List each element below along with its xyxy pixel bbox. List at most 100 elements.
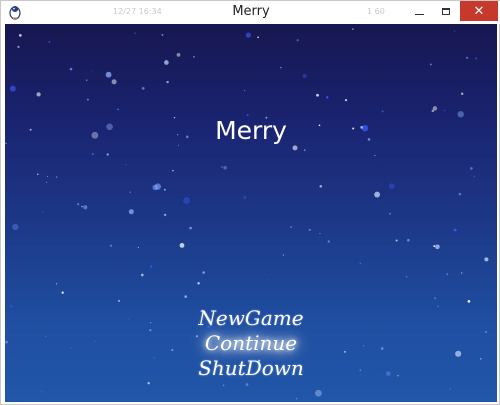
- star: [86, 79, 88, 81]
- star: [105, 71, 112, 78]
- star: [86, 98, 89, 101]
- maximize-icon: [442, 7, 450, 15]
- star: [267, 279, 270, 281]
- star: [223, 165, 227, 170]
- game-title: Merry: [215, 116, 287, 145]
- star: [467, 300, 471, 303]
- star: [222, 384, 225, 386]
- star: [172, 169, 174, 172]
- star: [475, 57, 478, 60]
- star: [244, 90, 246, 92]
- close-button[interactable]: ✕: [460, 1, 498, 21]
- menu-item-shutdown[interactable]: ShutDown: [5, 356, 497, 381]
- star: [466, 56, 469, 59]
- menu-item-newgame[interactable]: NewGame: [5, 306, 497, 331]
- star: [37, 173, 39, 176]
- star: [184, 295, 188, 298]
- star: [134, 32, 136, 34]
- minimize-icon: [414, 13, 424, 15]
- star: [406, 276, 408, 278]
- star: [295, 397, 298, 400]
- star: [81, 205, 83, 208]
- maximize-button[interactable]: [433, 1, 459, 21]
- star: [109, 244, 113, 247]
- title-bar[interactable]: 12/27 16:34 1 60 Merry ✕: [1, 1, 500, 24]
- star: [381, 110, 384, 113]
- star: [18, 34, 22, 37]
- star: [9, 85, 16, 92]
- star: [453, 30, 456, 33]
- star: [166, 80, 169, 84]
- star: [193, 56, 195, 58]
- star: [470, 167, 473, 170]
- star: [163, 213, 167, 217]
- star: [292, 145, 298, 151]
- star: [243, 195, 247, 199]
- star: [125, 163, 127, 166]
- star: [118, 299, 120, 302]
- star: [315, 389, 322, 397]
- star: [197, 282, 200, 285]
- star: [461, 272, 463, 274]
- star: [189, 226, 192, 230]
- star: [137, 246, 139, 248]
- star: [359, 262, 362, 265]
- star: [17, 45, 20, 49]
- star: [458, 192, 462, 196]
- star: [106, 153, 109, 156]
- menu-item-continue[interactable]: Continue: [5, 331, 497, 356]
- star: [319, 184, 323, 188]
- star: [388, 183, 395, 189]
- star: [432, 106, 438, 111]
- star: [141, 87, 145, 90]
- star: [282, 254, 284, 256]
- star: [374, 191, 381, 198]
- star: [55, 176, 58, 178]
- star: [443, 109, 446, 112]
- star: [149, 265, 153, 268]
- star: [83, 205, 88, 210]
- star: [325, 96, 329, 99]
- star: [389, 212, 391, 215]
- star: [179, 243, 185, 248]
- star: [41, 390, 44, 393]
- star: [176, 53, 181, 57]
- game-window: 12/27 16:34 1 60 Merry ✕ Merry NewGame Co…: [0, 0, 500, 405]
- star: [449, 388, 451, 390]
- star: [280, 66, 282, 69]
- star: [344, 98, 348, 102]
- star: [327, 240, 330, 243]
- star: [91, 153, 94, 155]
- main-menu: NewGame Continue ShutDown: [5, 306, 497, 381]
- star: [433, 245, 436, 248]
- star: [245, 383, 249, 386]
- star: [296, 39, 299, 42]
- star: [12, 223, 19, 231]
- star: [117, 108, 119, 111]
- star: [395, 239, 398, 242]
- star: [453, 228, 457, 232]
- star: [147, 382, 150, 385]
- star: [461, 92, 464, 95]
- star: [435, 244, 440, 250]
- star: [46, 181, 48, 183]
- star: [164, 60, 169, 65]
- star: [434, 297, 437, 300]
- game-scene[interactable]: Merry NewGame Continue ShutDown: [5, 24, 497, 402]
- star: [61, 291, 64, 294]
- star: [245, 32, 252, 38]
- star: [69, 67, 73, 71]
- star: [446, 273, 449, 276]
- star: [303, 149, 306, 151]
- star: [319, 233, 321, 235]
- star: [352, 28, 354, 30]
- star: [308, 228, 311, 231]
- star: [484, 257, 489, 262]
- star: [257, 36, 259, 39]
- star: [128, 209, 134, 215]
- star: [316, 93, 319, 97]
- minimize-button[interactable]: [405, 1, 433, 21]
- star: [290, 226, 292, 229]
- star: [202, 271, 205, 274]
- star: [473, 175, 476, 178]
